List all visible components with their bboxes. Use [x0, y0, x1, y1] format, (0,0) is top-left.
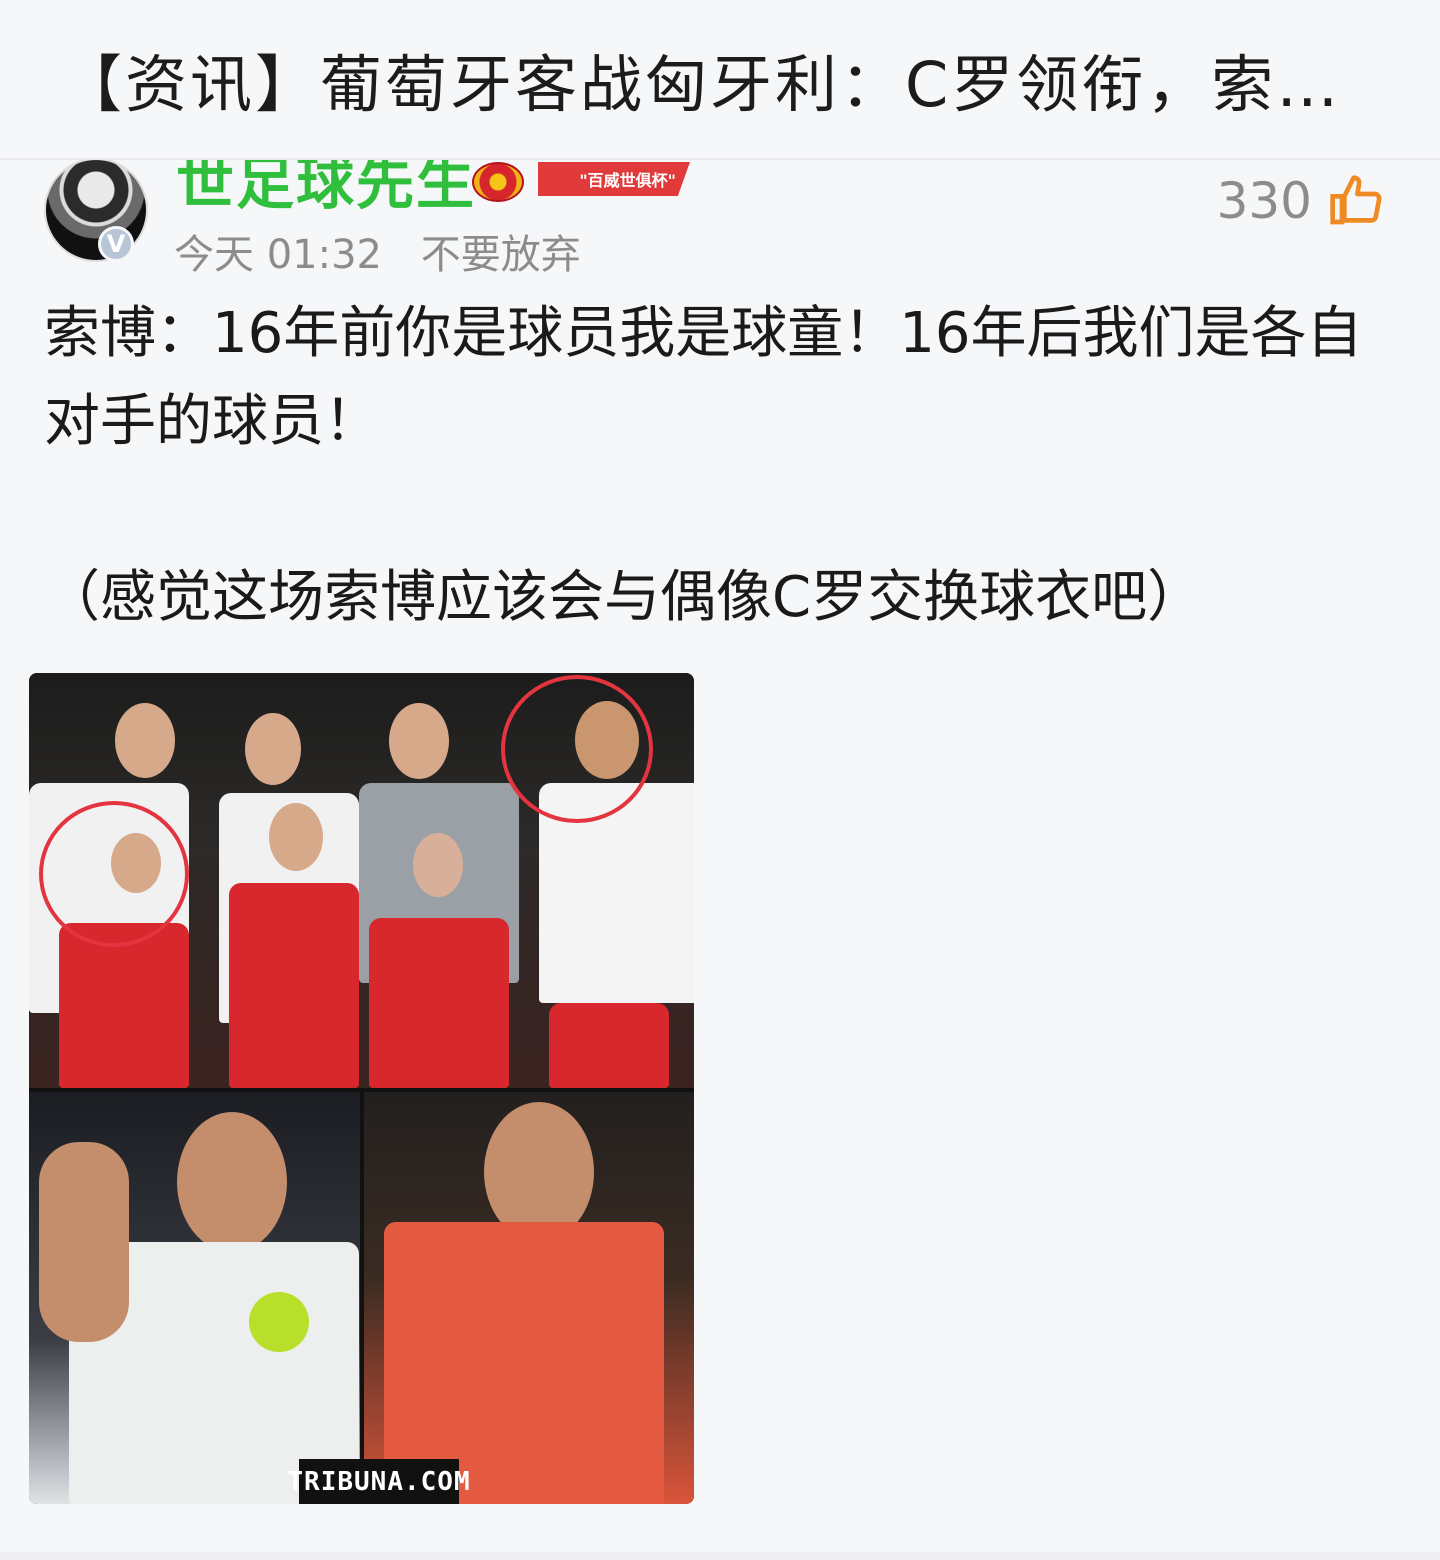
- author-row: V 世足球先生 "百威世俱杯" 今天 01:32 不要放弃 330: [0, 160, 1440, 280]
- image-panel-hungary-captain: [29, 1092, 360, 1504]
- author-signature: 不要放弃: [420, 232, 581, 278]
- verified-badge: V: [98, 226, 134, 262]
- image-panel-lineup: [29, 673, 694, 1088]
- post-text-2: （感觉这场索博应该会与偶像C罗交换球衣吧）: [44, 565, 1204, 630]
- highlight-circle-player: [501, 675, 653, 823]
- club-crest-icon: [472, 162, 524, 202]
- author-name[interactable]: 世足球先生: [176, 160, 476, 220]
- like-button[interactable]: 330: [1217, 172, 1384, 230]
- top-bar: 【资讯】葡萄牙客战匈牙利：C罗领衔，索博...: [0, 0, 1440, 160]
- page-title: 【资讯】葡萄牙客战匈牙利：C罗领衔，索博...: [60, 48, 1380, 121]
- medal-badge: "百威世俱杯": [538, 162, 690, 196]
- post-text-1: 索博：16年前你是球员我是球童！16年后我们是各自对手的球员！: [44, 301, 1363, 454]
- like-count: 330: [1216, 172, 1312, 230]
- post-time: 今天 01:32: [174, 232, 382, 278]
- post-body: 索博：16年前你是球员我是球童！16年后我们是各自对手的球员！ （感觉这场索博应…: [44, 290, 1396, 642]
- post-meta: 今天 01:32 不要放弃: [174, 222, 581, 280]
- post-image[interactable]: TRIBUNA.COM: [29, 673, 694, 1504]
- image-panel-portugal-captain: [364, 1092, 694, 1504]
- highlight-circle-kid: [39, 801, 189, 947]
- bottom-divider: [0, 1552, 1440, 1560]
- image-watermark: TRIBUNA.COM: [287, 1459, 470, 1504]
- thumbs-up-icon: [1330, 175, 1382, 225]
